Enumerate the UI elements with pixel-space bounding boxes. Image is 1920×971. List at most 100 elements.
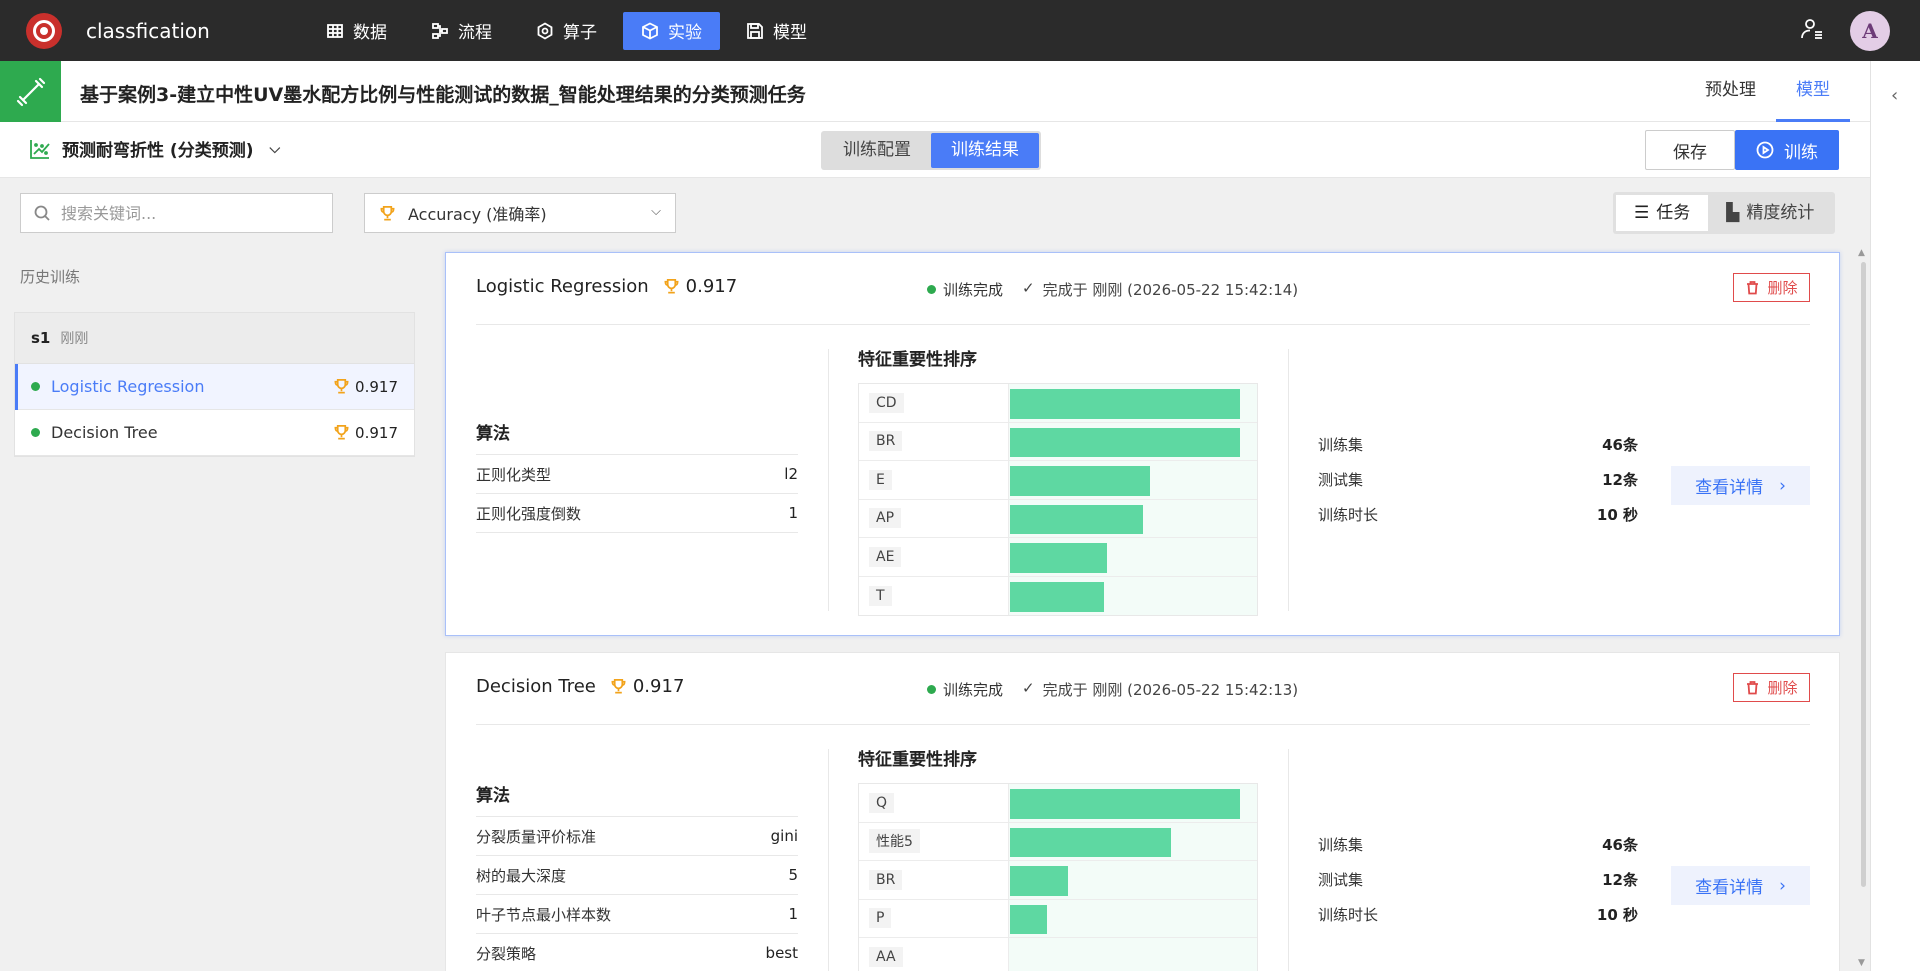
history-group[interactable]: s1 刚刚 (15, 313, 414, 364)
param-value: gini (770, 827, 798, 845)
completed-text: 完成于 刚刚 (2026-05-22 15:42:13) (1042, 681, 1299, 699)
feature-label: T (869, 585, 892, 606)
stat-key: 测试集 (1318, 471, 1364, 489)
history-item-logistic-regression[interactable]: Logistic Regression 0.917 (15, 364, 414, 410)
save-icon (747, 22, 763, 39)
trophy-icon (611, 679, 626, 694)
nav-item-experiment[interactable]: 实验 (623, 11, 720, 50)
feature-bar-cell (1009, 938, 1257, 971)
check-icon: ✓ (1022, 679, 1035, 697)
scroll-up-arrow[interactable]: ▲ (1858, 248, 1865, 258)
scroll-down-arrow[interactable]: ▼ (1858, 958, 1865, 968)
chevron-right-icon: › (1779, 875, 1786, 896)
scrollbar-thumb[interactable] (1861, 262, 1866, 887)
feature-bar-cell (1009, 822, 1257, 860)
segment-train-config[interactable]: 训练配置 (823, 133, 931, 168)
algo-title: 算法 (476, 781, 798, 817)
nav-label: 算子 (563, 23, 597, 43)
score-value: 0.917 (355, 377, 398, 396)
trophy-icon (334, 425, 349, 440)
stat-key: 测试集 (1318, 871, 1364, 889)
nav-item-model[interactable]: 模型 (728, 12, 825, 50)
param-value: 5 (788, 866, 798, 884)
view-details-button[interactable]: 查看详情 › (1671, 866, 1810, 905)
feature-row: Q (859, 784, 1257, 823)
stat-value: 12条 (1602, 871, 1638, 889)
stat-value: 10 秒 (1596, 506, 1638, 524)
completed-time: ✓ 完成于 刚刚 (2026-05-22 15:42:13) (1022, 679, 1298, 700)
nav-item-flow[interactable]: 流程 (413, 12, 510, 50)
feature-label-cell: CD (859, 384, 1009, 422)
feature-row: E (859, 461, 1257, 500)
divider (828, 349, 829, 611)
metric-select[interactable]: Accuracy (准确率) ⌵ (364, 193, 676, 233)
feature-row: CD (859, 384, 1257, 423)
view-toggle: ☰ 任务 ▙ 精度统计 (1613, 192, 1836, 234)
history-item-name: Decision Tree (51, 423, 158, 442)
delete-label: 删除 (1767, 679, 1798, 697)
main-nav: 数据 流程 算子 实验 模型 (308, 11, 825, 50)
view-stats-button[interactable]: ▙ 精度统计 (1708, 195, 1832, 231)
feature-row: T (859, 576, 1257, 615)
delete-button[interactable]: 删除 (1733, 673, 1810, 702)
delete-button[interactable]: 删除 (1733, 273, 1810, 302)
feature-label: P (869, 908, 892, 929)
list-icon: ☰ (1634, 203, 1650, 223)
task-header: 基于案例3-建立中性UV墨水配方比例与性能测试的数据_智能处理结果的分类预测任务… (0, 61, 1870, 122)
task-tabs: 预处理 模型 (1685, 61, 1850, 122)
feature-bar-cell (1009, 576, 1257, 615)
target-selector[interactable]: 预测耐弯折性 (分类预测) ⌵ (28, 136, 280, 161)
stat-key: 训练集 (1318, 836, 1364, 854)
feature-bar-cell (1009, 538, 1257, 576)
delete-label: 删除 (1767, 279, 1798, 297)
search-input[interactable] (61, 203, 311, 223)
nav-item-data[interactable]: 数据 (308, 12, 405, 50)
nav-item-operator[interactable]: 算子 (518, 12, 615, 50)
param-value: best (765, 944, 798, 962)
user-settings-icon[interactable] (1800, 17, 1824, 45)
tab-model[interactable]: 模型 (1776, 61, 1850, 122)
task-type-icon (0, 61, 61, 122)
view-task-button[interactable]: ☰ 任务 (1616, 195, 1709, 231)
trophy-icon (380, 205, 395, 220)
status-badge: 训练完成 (927, 679, 1003, 700)
history-item-decision-tree[interactable]: Decision Tree 0.917 (15, 410, 414, 456)
detail-label: 查看详情 (1695, 478, 1764, 498)
chevron-left-icon[interactable]: ‹ (1891, 85, 1898, 106)
top-navbar: classfication 数据 流程 算子 实验 模型 A (0, 0, 1920, 61)
operator-icon (537, 21, 553, 40)
tab-preprocess[interactable]: 预处理 (1685, 61, 1776, 122)
feature-row: 性能5 (859, 822, 1257, 861)
status-dot (927, 685, 936, 694)
chevron-down-icon: ⌵ (269, 140, 281, 157)
feature-label: E (869, 469, 892, 490)
result-segment-control: 训练配置 训练结果 (821, 131, 1041, 170)
avatar[interactable]: A (1850, 11, 1890, 51)
feature-importance-bar (1010, 504, 1144, 534)
view-details-button[interactable]: 查看详情 › (1671, 466, 1810, 505)
nav-label: 实验 (668, 23, 702, 43)
feature-label-cell: T (859, 576, 1009, 615)
segment-train-result[interactable]: 训练结果 (931, 133, 1039, 168)
model-card-decision-tree[interactable]: Decision Tree 0.917 训练完成 ✓ 完成于 刚刚 (2026-… (445, 652, 1840, 971)
stat-row: 训练集 46条 (1318, 827, 1638, 862)
feature-bar-cell (1009, 784, 1257, 822)
train-stats: 训练集 46条 测试集 12条 训练时长 10 秒 (1318, 427, 1638, 532)
group-name: s1 (31, 329, 51, 347)
param-key: 叶子节点最小样本数 (476, 905, 612, 924)
train-button[interactable]: 训练 (1735, 130, 1839, 170)
model-score: 0.917 (663, 276, 737, 297)
algorithm-params: 算法 正则化类型 l2 正则化强度倒数 1 (476, 419, 798, 533)
model-card-logistic-regression[interactable]: Logistic Regression 0.917 训练完成 ✓ 完成于 刚刚 … (445, 252, 1840, 636)
feature-row: P (859, 899, 1257, 938)
save-button[interactable]: 保存 (1645, 130, 1735, 170)
divider (1288, 349, 1289, 611)
feature-label-cell: E (859, 461, 1009, 499)
history-label: 历史训练 (20, 268, 81, 286)
divider (476, 324, 1810, 325)
feature-bar-cell (1009, 499, 1257, 537)
metric-label: Accuracy (准确率) (408, 205, 547, 224)
feature-label: CD (869, 392, 904, 413)
app-logo-icon[interactable] (26, 12, 62, 49)
feature-label-cell: 性能5 (859, 822, 1009, 860)
